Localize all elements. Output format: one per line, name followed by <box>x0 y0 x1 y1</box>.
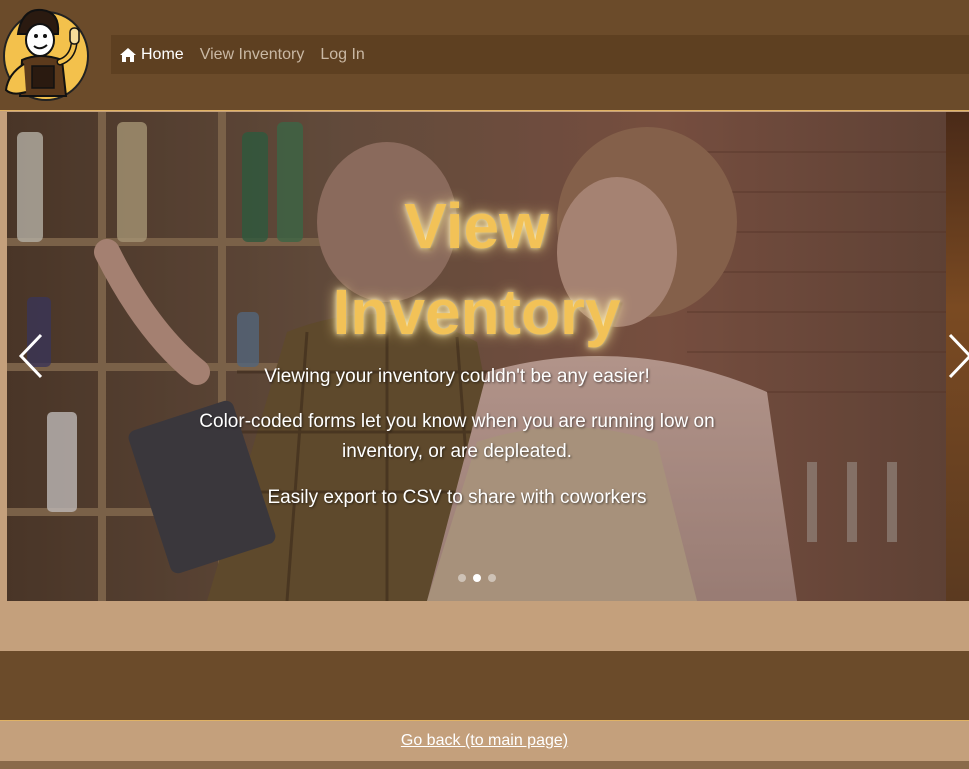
bottom-strip <box>0 761 969 769</box>
hero-carousel: View Inventory Viewing your inventory co… <box>7 112 946 601</box>
slide-paragraph-2: Color-coded forms let you know when you … <box>199 411 715 462</box>
mascot-logo[interactable] <box>0 4 94 102</box>
home-icon <box>120 47 136 62</box>
page-footer: Go back (to main page) <box>0 721 969 761</box>
site-header: Home View Inventory Log In <box>0 0 969 111</box>
chevron-right-icon <box>948 333 969 379</box>
nav-home[interactable]: Home <box>119 46 184 64</box>
next-slide-preview <box>946 112 969 601</box>
nav-log-in[interactable]: Log In <box>320 46 364 64</box>
nav-view-inventory[interactable]: View Inventory <box>200 46 305 64</box>
nav-view-inventory-label: View Inventory <box>199 45 305 63</box>
footer-band <box>0 651 969 721</box>
carousel-indicator-1[interactable] <box>457 574 466 582</box>
slide-paragraph-1: Viewing your inventory couldn't be any e… <box>264 366 650 387</box>
slide-paragraph-3: Easily export to CSV to share with cowor… <box>267 487 647 508</box>
chevron-left-icon <box>18 333 43 379</box>
slide-background-image <box>7 112 946 601</box>
nav-log-in-label: Log In <box>320 45 365 63</box>
carousel-next-button[interactable] <box>946 333 969 379</box>
carousel-indicator-3[interactable] <box>487 574 496 582</box>
slide-title-line2: Inventory <box>332 276 621 348</box>
slide-title-line1: View <box>404 190 549 262</box>
main-navbar: Home View Inventory Log In <box>111 35 969 74</box>
carousel-prev-button[interactable] <box>17 333 47 379</box>
nav-home-label: Home <box>141 45 184 63</box>
back-to-main-link[interactable]: Go back (to main page) <box>401 732 568 750</box>
content-spacer <box>0 601 969 651</box>
page: Home View Inventory Log In View Inventor… <box>0 0 969 769</box>
carousel-indicators <box>7 574 946 582</box>
carousel-indicator-2[interactable] <box>472 574 481 582</box>
